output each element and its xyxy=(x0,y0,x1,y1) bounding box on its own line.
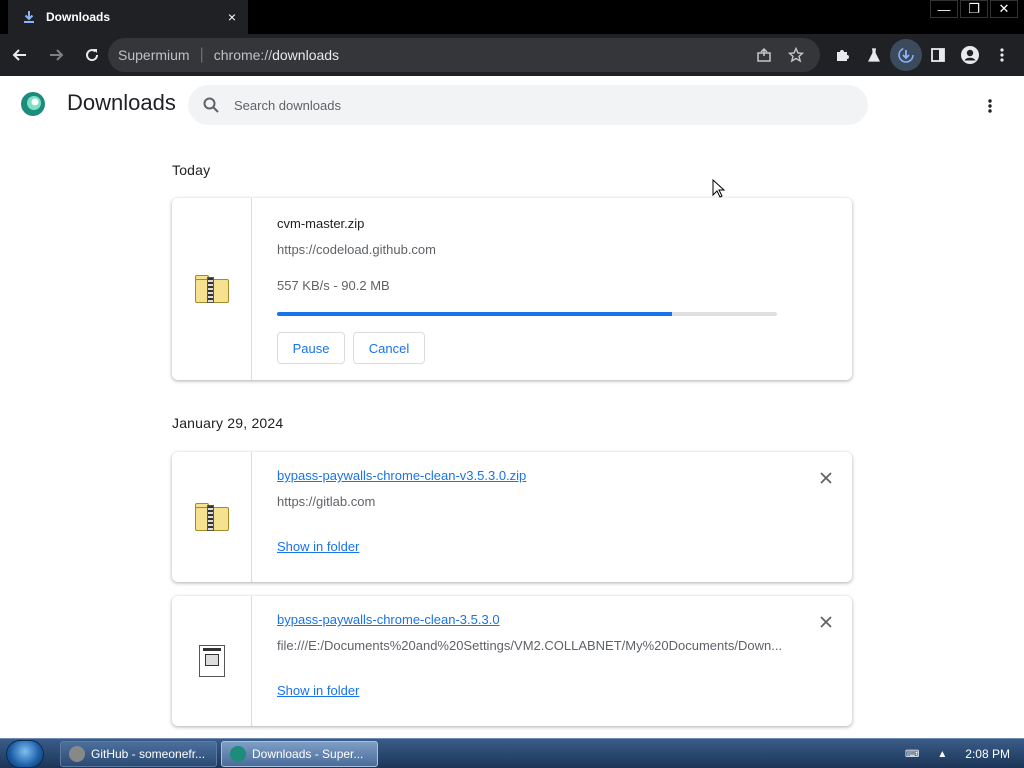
clock[interactable]: 2:08 PM xyxy=(965,747,1010,761)
more-actions-icon[interactable] xyxy=(976,92,1004,120)
zip-file-icon xyxy=(194,503,229,531)
file-source-url[interactable]: file:///E:/Documents%20and%20Settings/VM… xyxy=(277,638,782,653)
minimize-button[interactable]: — xyxy=(930,0,958,18)
download-item: cvm-master.zip https://codeload.github.c… xyxy=(172,198,852,380)
address-bar[interactable]: Supermium | chrome://downloads xyxy=(108,38,820,72)
section-date-jan-29: January 29, 2024 xyxy=(172,415,284,431)
pause-button[interactable]: Pause xyxy=(277,332,345,364)
file-source-url[interactable]: https://gitlab.com xyxy=(277,494,375,509)
show-in-folder-link[interactable]: Show in folder xyxy=(277,683,359,698)
document-file-icon xyxy=(198,645,225,677)
supermium-browser-icon xyxy=(230,746,246,762)
search-input[interactable] xyxy=(234,97,834,113)
site-name: Supermium xyxy=(118,47,190,63)
search-icon xyxy=(202,96,220,114)
file-icon-column xyxy=(172,596,252,726)
url-scheme: chrome:// xyxy=(213,47,273,63)
forward-button[interactable] xyxy=(40,39,72,71)
download-icon xyxy=(22,10,36,24)
taskbar-item-downloads[interactable]: Downloads - Super... xyxy=(221,741,378,767)
file-name-link[interactable]: bypass-paywalls-chrome-clean-3.5.3.0 xyxy=(277,612,500,627)
back-button[interactable] xyxy=(4,39,36,71)
omnibox-separator: | xyxy=(199,46,204,63)
window-controls: — ❐ ✕ xyxy=(928,0,1018,18)
omnibox-icons xyxy=(748,38,812,72)
download-item: bypass-paywalls-chrome-clean-v3.5.3.0.zi… xyxy=(172,452,852,582)
system-tray: ⌨ ▲ 2:08 PM xyxy=(905,739,1024,768)
remove-close-icon[interactable] xyxy=(816,612,836,632)
share-icon[interactable] xyxy=(748,39,780,71)
keyboard-icon[interactable]: ⌨ xyxy=(905,749,919,760)
section-date-today: Today xyxy=(172,162,211,178)
search-box[interactable] xyxy=(188,85,868,125)
title-bar: Downloads × — ❐ ✕ xyxy=(0,0,1024,34)
mouse-cursor-icon xyxy=(712,178,726,204)
back-arrow-icon xyxy=(12,49,26,61)
profile-avatar-icon[interactable] xyxy=(954,39,986,71)
cancel-button[interactable]: Cancel xyxy=(353,332,425,364)
extensions-puzzle-icon[interactable] xyxy=(826,39,858,71)
side-panel-icon[interactable] xyxy=(922,39,954,71)
taskbar-item-github[interactable]: GitHub - someonefr... xyxy=(60,741,217,767)
url-text: chrome://downloads xyxy=(214,47,339,63)
file-source-url[interactable]: https://codeload.github.com xyxy=(277,242,436,257)
labs-flask-icon[interactable] xyxy=(858,39,890,71)
toolbar-actions xyxy=(826,39,1018,71)
file-name-link[interactable]: bypass-paywalls-chrome-clean-v3.5.3.0.zi… xyxy=(277,468,526,483)
show-in-folder-link[interactable]: Show in folder xyxy=(277,539,359,554)
downloads-toolbar-icon[interactable] xyxy=(890,39,922,71)
file-icon-column xyxy=(172,198,252,380)
taskbar-item-label: Downloads - Super... xyxy=(252,747,364,761)
downloads-header: Downloads xyxy=(0,76,1024,134)
taskbar: GitHub - someonefr... Downloads - Super.… xyxy=(0,738,1024,768)
reload-icon xyxy=(86,49,99,62)
taskbar-item-label: GitHub - someonefr... xyxy=(91,747,206,761)
zip-file-icon xyxy=(194,275,229,303)
browser-toolbar: Supermium | chrome://downloads xyxy=(0,34,1024,76)
page-title: Downloads xyxy=(67,90,176,115)
close-window-button[interactable]: ✕ xyxy=(990,0,1018,18)
download-item: bypass-paywalls-chrome-clean-3.5.3.0 fil… xyxy=(172,596,852,726)
progress-bar xyxy=(277,312,777,316)
tab-downloads[interactable]: Downloads × xyxy=(8,0,248,34)
restore-button[interactable]: ❐ xyxy=(960,0,988,18)
bookmark-star-icon[interactable] xyxy=(780,39,812,71)
browser-menu-icon[interactable] xyxy=(986,39,1018,71)
url-host: downloads xyxy=(272,47,340,63)
start-button[interactable] xyxy=(6,740,44,768)
tab-title: Downloads xyxy=(46,10,111,24)
file-icon-column xyxy=(172,452,252,582)
download-status: 557 KB/s - 90.2 MB xyxy=(277,278,390,293)
github-browser-icon xyxy=(69,746,85,762)
progress-fill xyxy=(277,312,672,316)
remove-close-icon[interactable] xyxy=(816,468,836,488)
supermium-logo xyxy=(20,91,46,117)
tray-expand-icon[interactable]: ▲ xyxy=(937,749,947,760)
forward-arrow-icon xyxy=(50,49,64,61)
reload-button[interactable] xyxy=(76,39,108,71)
file-name[interactable]: cvm-master.zip xyxy=(277,216,364,231)
tab-close-icon[interactable]: × xyxy=(220,9,244,25)
